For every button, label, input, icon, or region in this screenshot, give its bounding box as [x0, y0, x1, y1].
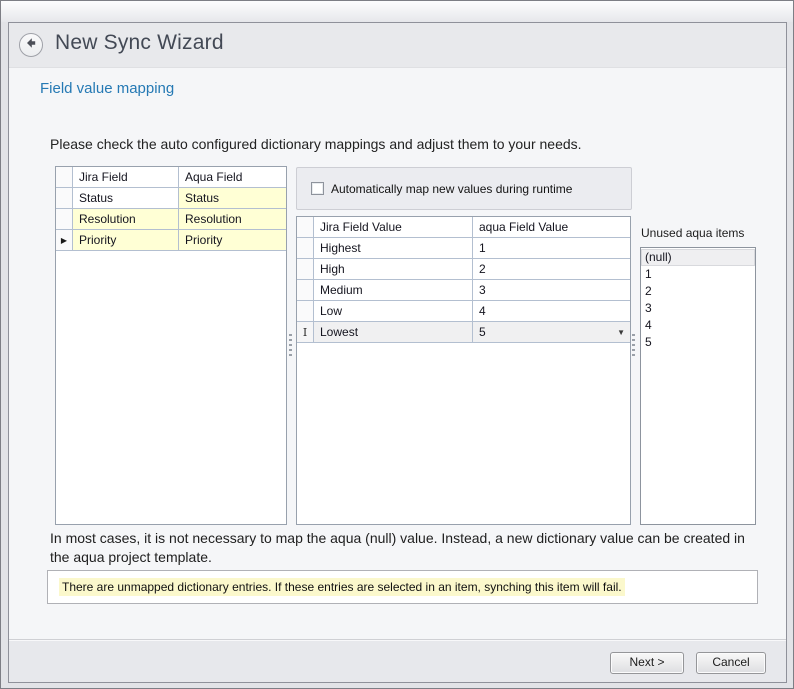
splitter-grip-left[interactable]	[289, 334, 292, 359]
warning-text: There are unmapped dictionary entries. I…	[59, 578, 625, 596]
table-row-selected: I Lowest 5 ▼	[297, 322, 630, 343]
cell-aqua-field[interactable]: Priority	[179, 230, 286, 251]
cancel-button[interactable]: Cancel	[696, 652, 766, 674]
table-row: Status Status	[56, 188, 286, 209]
cell-aqua-value-combobox[interactable]: 5 ▼	[473, 322, 630, 343]
back-arrow-icon	[25, 36, 37, 54]
wizard-header: New Sync Wizard	[9, 23, 786, 68]
list-item[interactable]: 5	[641, 334, 755, 351]
cell-jira-value[interactable]: Medium	[314, 280, 473, 301]
column-header-jira-field-value[interactable]: Jira Field Value	[314, 217, 473, 238]
back-button[interactable]	[19, 33, 43, 57]
table-row: Low 4	[297, 301, 630, 322]
table-row: Resolution Resolution	[56, 209, 286, 230]
cell-jira-field[interactable]: Status	[73, 188, 179, 209]
row-selector-header[interactable]	[56, 167, 73, 188]
cell-jira-field[interactable]: Priority	[73, 230, 179, 251]
cell-aqua-value[interactable]: 2	[473, 259, 630, 280]
auto-map-checkbox-label: Automatically map new values during runt…	[331, 182, 572, 196]
cell-jira-value[interactable]: Low	[314, 301, 473, 322]
cell-aqua-value[interactable]: 4	[473, 301, 630, 322]
list-item[interactable]: 1	[641, 266, 755, 283]
table-row: Medium 3	[297, 280, 630, 301]
cell-jira-value[interactable]: Lowest	[314, 322, 473, 343]
column-header-aqua-field-value[interactable]: aqua Field Value	[473, 217, 630, 238]
auto-map-checkbox[interactable]	[311, 182, 324, 195]
cell-aqua-value[interactable]: 1	[473, 238, 630, 259]
row-selector[interactable]: ▶	[56, 230, 73, 251]
list-item[interactable]: 4	[641, 317, 755, 334]
table-row: High 2	[297, 259, 630, 280]
unused-items-listbox: (null) 1 2 3 4 5	[640, 247, 756, 525]
row-selector[interactable]	[297, 259, 314, 280]
column-header-aqua-field[interactable]: Aqua Field	[179, 167, 286, 188]
wizard-footer: Next > Cancel	[9, 639, 786, 682]
value-mapping-table: Jira Field Value aqua Field Value Highes…	[296, 216, 631, 525]
list-item[interactable]: (null)	[641, 249, 755, 266]
cell-jira-value[interactable]: High	[314, 259, 473, 280]
table-row: Highest 1	[297, 238, 630, 259]
current-row-icon: ▶	[61, 236, 67, 245]
table-row-current: ▶ Priority Priority	[56, 230, 286, 251]
next-button[interactable]: Next >	[610, 652, 684, 674]
new-sync-wizard-dialog: New Sync Wizard Field value mapping Plea…	[8, 22, 787, 683]
cell-jira-field[interactable]: Resolution	[73, 209, 179, 230]
row-selector[interactable]	[56, 209, 73, 230]
table-header-row: Jira Field Value aqua Field Value	[297, 217, 630, 238]
auto-map-panel[interactable]: Automatically map new values during runt…	[296, 167, 632, 210]
window-titlebar	[1, 1, 793, 22]
list-item[interactable]: 3	[641, 300, 755, 317]
field-mapping-table: Jira Field Aqua Field Status Status Reso…	[55, 166, 287, 525]
page-title: Field value mapping	[40, 80, 174, 97]
warning-box: There are unmapped dictionary entries. I…	[47, 570, 758, 604]
combobox-dropdown-icon[interactable]: ▼	[617, 328, 625, 337]
cell-aqua-field[interactable]: Resolution	[179, 209, 286, 230]
edit-cursor-icon: I	[303, 326, 307, 339]
row-selector-header[interactable]	[297, 217, 314, 238]
column-header-jira-field[interactable]: Jira Field	[73, 167, 179, 188]
table-header-row: Jira Field Aqua Field	[56, 167, 286, 188]
cell-aqua-value-text: 5	[479, 325, 486, 339]
cell-aqua-value[interactable]: 3	[473, 280, 630, 301]
row-selector[interactable]	[297, 280, 314, 301]
cell-aqua-field[interactable]: Status	[179, 188, 286, 209]
row-selector-editing[interactable]: I	[297, 322, 314, 343]
splitter-grip-right[interactable]	[632, 334, 635, 359]
row-selector[interactable]	[297, 301, 314, 322]
wizard-title: New Sync Wizard	[55, 31, 224, 55]
cell-jira-value[interactable]: Highest	[314, 238, 473, 259]
list-item[interactable]: 2	[641, 283, 755, 300]
row-selector[interactable]	[297, 238, 314, 259]
hint-text: In most cases, it is not necessary to ma…	[50, 529, 764, 567]
instruction-text: Please check the auto configured diction…	[50, 136, 582, 152]
unused-items-label: Unused aqua items	[641, 226, 744, 240]
row-selector[interactable]	[56, 188, 73, 209]
